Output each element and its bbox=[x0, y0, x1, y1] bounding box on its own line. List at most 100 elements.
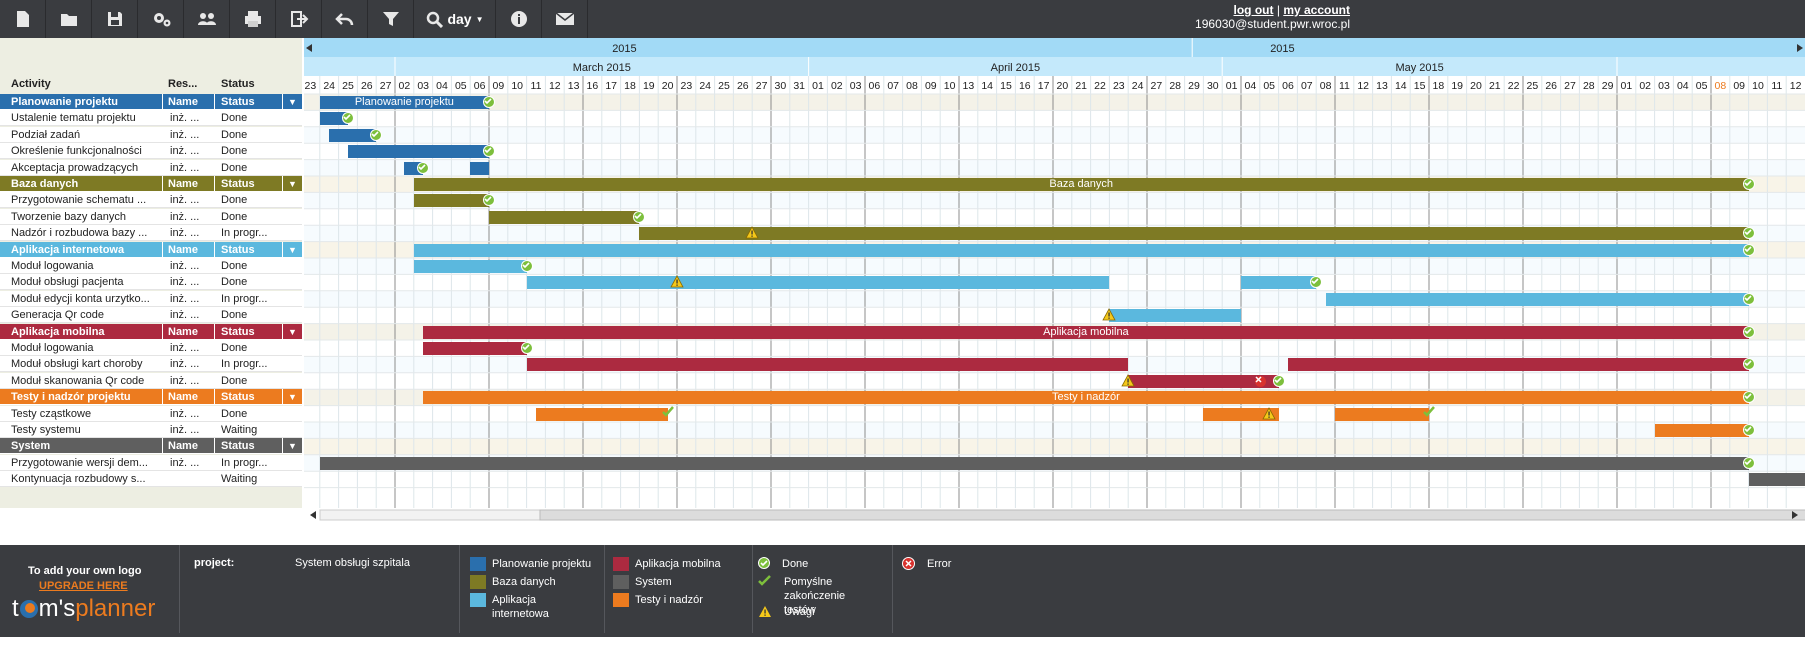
account-separator: | bbox=[1276, 3, 1280, 17]
task-status: Done bbox=[221, 161, 248, 174]
task-resource: inż. ... bbox=[170, 292, 200, 305]
task-row[interactable]: Kontynuacja rozbudowy s... Waiting bbox=[0, 471, 302, 488]
task-bar[interactable] bbox=[489, 210, 640, 224]
group-row[interactable]: Testy i nadzór projektu Name Status ▼ bbox=[0, 389, 302, 406]
task-row[interactable]: Moduł edycji konta urzytko... inż. ... In … bbox=[0, 290, 302, 307]
task-bar[interactable] bbox=[348, 145, 489, 159]
group-row[interactable]: Planowanie projektu Name Status ▼ bbox=[0, 94, 302, 110]
task-row[interactable]: Akceptacja prowadzących inż. ... Done bbox=[0, 159, 302, 176]
task-status: Done bbox=[221, 407, 248, 420]
task-bar[interactable] bbox=[1241, 276, 1317, 290]
resource-header[interactable]: Res... bbox=[168, 78, 197, 90]
task-row[interactable]: Moduł skanowania Qr code inż. ... Done bbox=[0, 372, 302, 389]
day-label: 09 bbox=[925, 80, 937, 92]
chevron-down-icon[interactable]: ▼ bbox=[282, 241, 302, 258]
task-bar[interactable] bbox=[1335, 407, 1429, 421]
task-bar[interactable] bbox=[470, 161, 489, 175]
export-button[interactable] bbox=[276, 0, 322, 38]
task-row[interactable]: Testy systemu inż. ... Waiting bbox=[0, 422, 302, 438]
day-label: 24 bbox=[323, 80, 335, 92]
task-row[interactable]: Przygotowanie wersji dem... inż. ... In pr… bbox=[0, 454, 302, 471]
group-row[interactable]: System Name Status ▼ bbox=[0, 438, 302, 455]
group-status-col: Status bbox=[221, 243, 255, 256]
task-resource: inż. ... bbox=[170, 260, 200, 272]
undo-button[interactable] bbox=[322, 0, 368, 38]
task-resource: inż. ... bbox=[170, 194, 200, 207]
activity-header[interactable]: Activity bbox=[11, 78, 51, 90]
task-bar[interactable] bbox=[1288, 358, 1749, 372]
settings-button[interactable] bbox=[138, 0, 184, 38]
task-row[interactable]: Moduł logowania inż. ... Done bbox=[0, 258, 302, 274]
upgrade-link[interactable]: UPGRADE HERE bbox=[39, 580, 128, 592]
task-row[interactable]: Ustalenie tematu projektu inż. ... Done bbox=[0, 110, 302, 127]
task-row[interactable]: Testy cząstkowe inż. ... Done bbox=[0, 405, 302, 422]
chevron-down-icon[interactable]: ▼ bbox=[282, 323, 302, 340]
task-row[interactable]: Podział zadań inż. ... Done bbox=[0, 126, 302, 143]
task-bar[interactable] bbox=[423, 342, 527, 355]
task-name: Moduł obsługi pacjenta bbox=[11, 276, 124, 289]
mail-button[interactable] bbox=[542, 0, 588, 38]
task-row[interactable]: Nadzór i rozbudowa bazy ... inż. ... In pr… bbox=[0, 225, 302, 242]
group-row[interactable]: Aplikacja mobilna Name Status ▼ bbox=[0, 323, 302, 340]
task-bar[interactable] bbox=[1654, 424, 1749, 437]
task-row[interactable]: Określenie funkcjonalności inż. ... Done bbox=[0, 143, 302, 160]
task-bar[interactable] bbox=[639, 227, 1749, 241]
group-row[interactable]: Aplikacja internetowa Name Status ▼ bbox=[0, 241, 302, 258]
task-row[interactable]: Tworzenie bazy danych inż. ... Done bbox=[0, 208, 302, 225]
info-button[interactable] bbox=[496, 0, 542, 38]
done-icon bbox=[1742, 424, 1755, 436]
task-bar[interactable] bbox=[413, 194, 489, 208]
day-label: 27 bbox=[1564, 80, 1576, 92]
group-row[interactable]: Baza danych Name Status ▼ bbox=[0, 176, 302, 192]
task-bar[interactable] bbox=[329, 128, 377, 142]
task-bar[interactable] bbox=[526, 276, 1110, 290]
task-name: Kontynuacja rozbudowy s... bbox=[11, 473, 146, 486]
day-label: 20 bbox=[1470, 80, 1482, 92]
day-label: 27 bbox=[1151, 80, 1163, 92]
task-row[interactable]: Moduł logowania inż. ... Done bbox=[0, 340, 302, 356]
open-folder-button[interactable] bbox=[46, 0, 92, 38]
logout-link[interactable]: log out bbox=[1234, 3, 1274, 17]
zoom-dropdown[interactable]: day ▼ bbox=[414, 0, 496, 38]
day-label: 21 bbox=[1489, 80, 1501, 92]
my-account-link[interactable]: my account bbox=[1283, 3, 1350, 17]
task-bar[interactable] bbox=[1109, 309, 1241, 323]
logo-hint: To add your own logo bbox=[28, 565, 142, 577]
task-row[interactable]: Moduł obsługi pacjenta inż. ... Done bbox=[0, 274, 302, 291]
error-icon bbox=[902, 557, 915, 570]
task-bar[interactable] bbox=[536, 407, 668, 421]
chevron-down-icon[interactable]: ▼ bbox=[282, 389, 302, 406]
gantt-chart[interactable]: 2015 2015 March 2015 April 2015 May 2015 23 24… bbox=[304, 38, 1805, 508]
task-bar[interactable] bbox=[319, 456, 1749, 470]
task-name: Przygotowanie wersji dem... bbox=[11, 456, 148, 469]
logo-area: To add your own logo UPGRADE HERE t m's p… bbox=[0, 545, 180, 633]
task-row[interactable]: Przygotowanie schematu ... inż. ... Done bbox=[0, 192, 302, 209]
task-bar[interactable] bbox=[1325, 292, 1749, 306]
task-bar[interactable] bbox=[413, 243, 1749, 257]
print-button[interactable] bbox=[230, 0, 276, 38]
done-icon bbox=[1742, 178, 1755, 190]
users-button[interactable] bbox=[184, 0, 230, 38]
day-label: 08 bbox=[906, 80, 918, 92]
task-name: Akceptacja prowadzących bbox=[11, 161, 139, 174]
users-icon bbox=[197, 13, 216, 25]
filter-button[interactable] bbox=[368, 0, 414, 38]
status-header[interactable]: Status bbox=[221, 78, 255, 90]
horizontal-scrollbar[interactable] bbox=[304, 508, 1805, 522]
task-bar[interactable] bbox=[413, 260, 527, 273]
task-bar[interactable] bbox=[526, 358, 1129, 372]
day-label: 26 bbox=[737, 80, 749, 92]
day-label: 04 bbox=[1677, 80, 1689, 92]
chevron-down-icon[interactable]: ▼ bbox=[282, 94, 302, 110]
save-button[interactable] bbox=[92, 0, 138, 38]
task-row[interactable]: Moduł obsługi kart choroby inż. ... In pro… bbox=[0, 356, 302, 373]
legend-swatch bbox=[470, 557, 486, 571]
chevron-down-icon[interactable]: ▼ bbox=[282, 438, 302, 455]
task-row[interactable]: Generacja Qr code inż. ... Done bbox=[0, 307, 302, 324]
day-label: 03 bbox=[850, 80, 862, 92]
done-icon bbox=[483, 96, 495, 108]
new-file-button[interactable] bbox=[0, 0, 46, 38]
task-bar[interactable] bbox=[1748, 473, 1805, 487]
chevron-down-icon[interactable]: ▼ bbox=[282, 176, 302, 192]
task-status: In progr... bbox=[221, 358, 268, 371]
